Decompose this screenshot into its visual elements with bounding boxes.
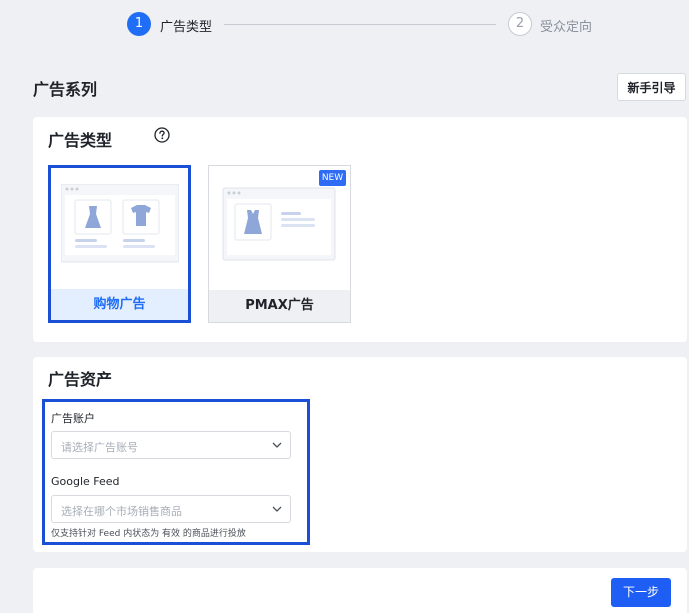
ad-account-label: 广告账户	[51, 412, 95, 425]
ad-assets-title: 广告资产	[48, 370, 113, 389]
question-circle-icon[interactable]	[154, 127, 170, 143]
stepper: 1 广告类型 2 受众定向	[0, 0, 689, 52]
step-2-label: 受众定向	[540, 20, 593, 35]
ad-account-placeholder: 请选择广告账号	[61, 441, 138, 454]
step-2-indicator: 2	[508, 12, 532, 36]
step-1-indicator: 1	[127, 12, 151, 36]
chevron-down-icon	[272, 506, 282, 512]
page-title: 广告系列	[33, 80, 98, 99]
shopping-ad-label: 购物广告	[51, 289, 188, 320]
pmax-ad-card[interactable]: NEW PMAX广告	[208, 165, 351, 323]
footer-bar: 下一步	[33, 568, 687, 613]
ad-type-panel: 广告类型 购物广告 NEW PMAX广告	[33, 117, 687, 342]
google-feed-select[interactable]: 选择在哪个市场销售商品	[51, 495, 291, 523]
ad-assets-panel: 广告资产 广告账户 请选择广告账号 Google Feed 选择在哪个市场销售商…	[33, 357, 687, 552]
google-feed-placeholder: 选择在哪个市场销售商品	[61, 505, 182, 518]
ad-type-title: 广告类型	[48, 131, 113, 150]
next-step-button[interactable]: 下一步	[611, 578, 671, 607]
chevron-down-icon	[272, 442, 282, 448]
feed-hint-text: 仅支持针对 Feed 内状态为 有效 的商品进行投放	[51, 529, 246, 539]
pmax-ad-illustration	[222, 187, 336, 261]
step-1-label: 广告类型	[160, 20, 213, 35]
ad-account-select[interactable]: 请选择广告账号	[51, 431, 291, 459]
google-feed-label: Google Feed	[51, 475, 120, 488]
assets-form: 广告账户 请选择广告账号 Google Feed 选择在哪个市场销售商品 仅支持…	[42, 399, 310, 545]
shopping-ad-card[interactable]: 购物广告	[48, 165, 191, 323]
shopping-ad-illustration	[61, 184, 179, 263]
pmax-ad-label: PMAX广告	[209, 290, 350, 322]
beginner-guide-button[interactable]: 新手引导	[617, 73, 686, 101]
step-connector	[224, 24, 496, 25]
